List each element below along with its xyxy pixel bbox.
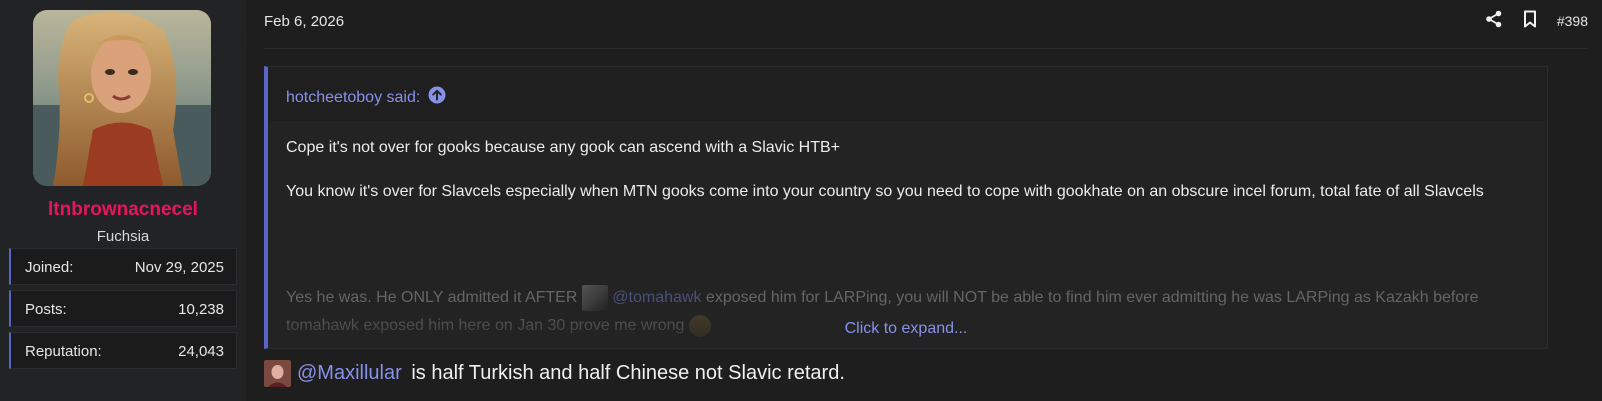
divider xyxy=(264,48,1588,49)
bookmark-icon[interactable] xyxy=(1523,10,1537,33)
mention-avatar xyxy=(581,284,608,311)
quote-paragraph: You know it's over for Slavcels especial… xyxy=(286,183,1484,200)
stat-value: 24,043 xyxy=(178,343,224,360)
expand-link[interactable]: Click to expand... xyxy=(268,320,1547,338)
arrow-up-circle-icon[interactable] xyxy=(428,86,446,109)
quote-block: hotcheetoboy said: Cope it's not over fo… xyxy=(264,66,1548,349)
mention-link[interactable]: @Maxillular xyxy=(297,362,402,385)
stat-label: Reputation: xyxy=(25,343,102,360)
stat-label: Posts: xyxy=(25,301,67,318)
post-date[interactable]: Feb 6, 2026 xyxy=(264,13,344,30)
stat-value: Nov 29, 2025 xyxy=(134,259,224,276)
user-sidebar: ltnbrownacnecel Fuchsia Joined: Nov 29, … xyxy=(0,0,246,401)
quote-header: hotcheetoboy said: xyxy=(268,67,1547,121)
share-icon[interactable] xyxy=(1485,10,1503,33)
stat-joined: Joined: Nov 29, 2025 xyxy=(9,248,237,285)
faded-text: Yes he was. He ONLY admitted it AFTER xyxy=(286,289,582,306)
post-body: @Maxillular is half Turkish and half Chi… xyxy=(264,360,845,387)
username-link[interactable]: ltnbrownacnecel xyxy=(0,199,246,221)
quote-author-label[interactable]: hotcheetoboy said: xyxy=(286,89,420,107)
quote-paragraph: Cope it's not over for gooks because any… xyxy=(286,139,841,156)
stat-posts: Posts: 10,238 xyxy=(9,290,237,327)
stat-reputation: Reputation: 24,043 xyxy=(9,332,237,369)
stat-value[interactable]: 10,238 xyxy=(178,301,224,318)
mention-avatar xyxy=(264,360,291,387)
reply-text: is half Turkish and half Chinese not Sla… xyxy=(405,362,845,384)
avatar[interactable] xyxy=(33,10,211,186)
mention-link-faded[interactable]: @tomahawk xyxy=(612,289,701,306)
avatar-image xyxy=(33,10,211,186)
user-title: Fuchsia xyxy=(96,228,150,245)
quote-content: Cope it's not over for gooks because any… xyxy=(286,137,1536,225)
post-main: Feb 6, 2026 #398 hotcheetoboy said: Cope… xyxy=(246,0,1602,401)
post-actions: #398 xyxy=(1485,9,1588,33)
quote-author-link[interactable]: hotcheetoboy said: xyxy=(286,86,446,109)
post-number[interactable]: #398 xyxy=(1557,13,1588,29)
stat-label: Joined: xyxy=(25,259,74,276)
